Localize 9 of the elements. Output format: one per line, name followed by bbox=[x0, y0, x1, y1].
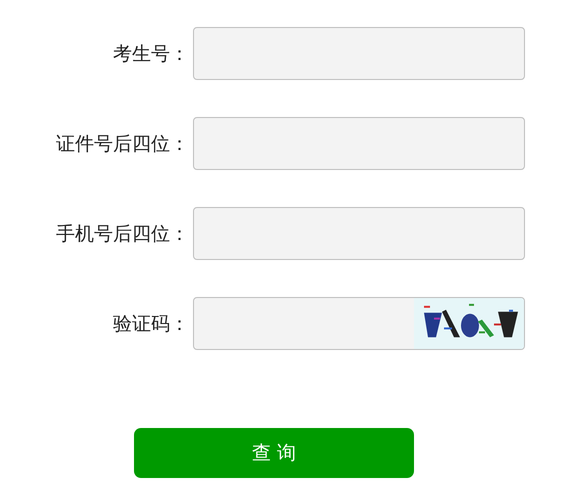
field-label: 手机号后四位： bbox=[55, 222, 190, 246]
field-label: 考生号： bbox=[112, 42, 190, 66]
input-field[interactable] bbox=[193, 117, 525, 170]
search-button[interactable]: 查 询 bbox=[134, 428, 414, 478]
input-field[interactable] bbox=[193, 297, 525, 350]
input-field[interactable] bbox=[193, 207, 525, 260]
field-label: 证件号后四位： bbox=[55, 132, 190, 156]
field-label: 验证码： bbox=[112, 312, 190, 336]
input-field[interactable] bbox=[193, 27, 525, 80]
